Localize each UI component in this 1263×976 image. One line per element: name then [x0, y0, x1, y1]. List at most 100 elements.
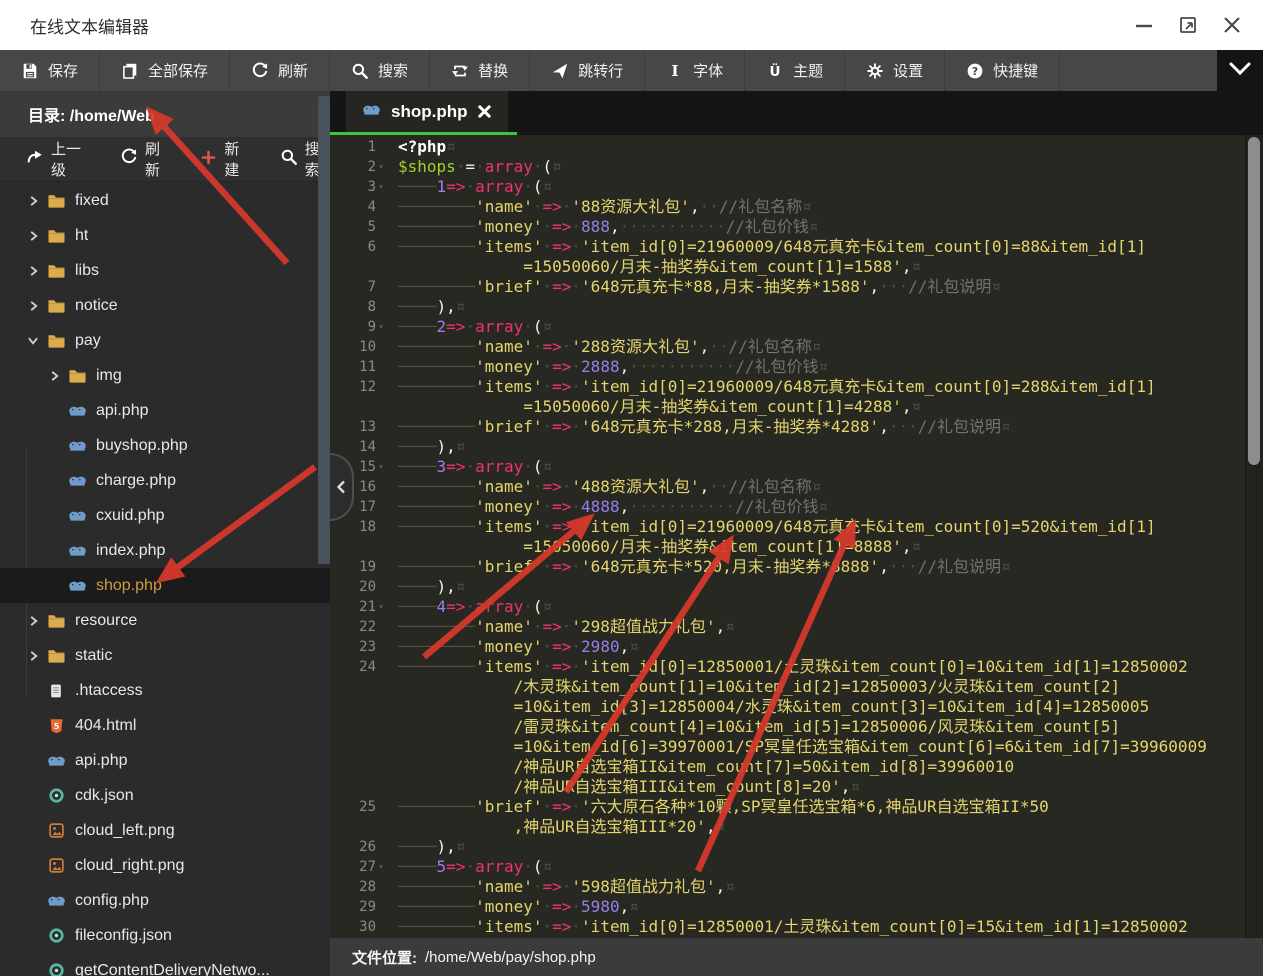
code-text: ────────'items'·=>·'item_id[0]=12850001/…: [386, 917, 1246, 937]
tree-item-buyshop-php[interactable]: buyshop.php: [0, 428, 330, 463]
chevron-down-icon[interactable]: [22, 335, 44, 346]
chevron-down-icon: [1229, 62, 1251, 80]
sidebar-scrollbar[interactable]: [318, 96, 330, 564]
code-text: /雷灵珠&item_count[4]=10&item_id[5]=1285000…: [386, 717, 1246, 737]
search-icon: [280, 148, 298, 170]
chevron-right-icon[interactable]: [22, 265, 44, 277]
tree-item-fixed[interactable]: fixed: [0, 183, 330, 218]
theme-icon: Ü: [766, 62, 784, 80]
code-text: <?php¤: [386, 137, 1246, 157]
toolbar-button-hotkeys[interactable]: ?快捷键: [945, 50, 1060, 91]
chevron-right-icon[interactable]: [22, 300, 44, 312]
line-number: [330, 737, 386, 757]
line-number: 27▾: [330, 857, 386, 877]
chevron-right-icon[interactable]: [43, 370, 65, 382]
tree-item-resource[interactable]: resource: [0, 603, 330, 638]
tab-close-icon[interactable]: [477, 104, 492, 119]
toolbar-button-refresh[interactable]: 刷新: [230, 50, 330, 91]
fold-marker-icon[interactable]: ▾: [376, 157, 386, 177]
code-text: ────────'money'·=>·4888,···········//礼包价…: [386, 497, 1246, 517]
tree-item-img[interactable]: img: [0, 358, 330, 393]
code-text: ────────'name'·=>·'488资源大礼包',··//礼包名称¤: [386, 477, 1246, 497]
code-text: ,神品UR自选宝箱III*20',¤: [386, 817, 1246, 837]
plus-icon: [200, 149, 217, 170]
folder-icon: [65, 367, 89, 384]
code-text: =15050060/月末-抽奖券&item_count[1]=8888',¤: [386, 537, 1246, 557]
refresh-icon: [251, 62, 269, 80]
code-text: ────4=>·array·(¤: [386, 597, 1246, 617]
fold-marker-icon[interactable]: ▾: [376, 857, 386, 877]
toolbar-button-replace[interactable]: 替换: [430, 50, 530, 91]
toolbar-button-label: 保存: [48, 60, 78, 81]
toolbar-button-label: 刷新: [278, 60, 308, 81]
fold-marker-icon[interactable]: ▾: [376, 457, 386, 477]
tree-item-notice[interactable]: notice: [0, 288, 330, 323]
tree-item-shop-php[interactable]: shop.php: [0, 568, 330, 603]
tree-item-htaccess[interactable]: .htaccess: [0, 673, 330, 708]
svg-text:5: 5: [53, 721, 59, 730]
tree-item-cloud-right-png[interactable]: cloud_right.png: [0, 848, 330, 883]
sidebar-action-new[interactable]: 新建: [200, 138, 249, 180]
tree-item-pay[interactable]: pay: [0, 323, 330, 358]
tab-shop-php[interactable]: shop.php: [346, 91, 508, 132]
image-icon: [44, 857, 68, 874]
code-text: ────────'money'·=>·888,···········//礼包价钱…: [386, 217, 1246, 237]
code-text: ────────'items'·=>·'item_id[0]=21960009/…: [386, 237, 1246, 257]
line-number: [330, 677, 386, 697]
refresh-icon: [120, 148, 138, 170]
directory-path-label: 目录: /home/Web: [28, 102, 155, 126]
code-text: =10&item_id[6]=39970001/SP冥皇任选宝箱&item_co…: [386, 737, 1246, 757]
code-area[interactable]: 1<?php¤2▾$shops·=·array·(¤3▾────1=>·arra…: [330, 135, 1246, 938]
tree-item-libs[interactable]: libs: [0, 253, 330, 288]
tree-item-label: .htaccess: [75, 682, 143, 700]
chevron-right-icon[interactable]: [22, 650, 44, 662]
folder-icon: [44, 227, 68, 244]
chevron-right-icon[interactable]: [22, 195, 44, 207]
tree-item-api-php[interactable]: api.php: [0, 743, 330, 778]
fold-marker-icon[interactable]: ▾: [376, 317, 386, 337]
line-number: 1: [330, 137, 386, 157]
tree-item-fileconfig-json[interactable]: fileconfig.json: [0, 918, 330, 953]
line-number: 29: [330, 897, 386, 917]
tree-item-404-html[interactable]: 5404.html: [0, 708, 330, 743]
tree-item-cxuid-php[interactable]: cxuid.php: [0, 498, 330, 533]
line-number: 28: [330, 877, 386, 897]
fold-marker-icon[interactable]: ▾: [376, 597, 386, 617]
sidebar-action-refresh[interactable]: 刷新: [120, 138, 170, 180]
toolbar-button-settings[interactable]: 设置: [845, 50, 945, 91]
chevron-right-icon[interactable]: [22, 230, 44, 242]
toolbar-button-save-all[interactable]: 全部保存: [100, 50, 230, 91]
tree-item-index-php[interactable]: index.php: [0, 533, 330, 568]
toolbar-expand-button[interactable]: [1217, 50, 1263, 91]
minimize-icon[interactable]: [1127, 8, 1161, 42]
toolbar-button-search[interactable]: 搜索: [330, 50, 430, 91]
window-title: 在线文本编辑器: [30, 13, 149, 38]
close-icon[interactable]: [1215, 8, 1249, 42]
fold-marker-icon[interactable]: ▾: [376, 177, 386, 197]
toolbar-button-save[interactable]: 保存: [0, 50, 100, 91]
code-line-wrap: =10&item_id[6]=39970001/SP冥皇任选宝箱&item_co…: [330, 737, 1246, 757]
tree-item-cdk-json[interactable]: cdk.json: [0, 778, 330, 813]
tree-item-config-php[interactable]: config.php: [0, 883, 330, 918]
code-text: /神品UR自选宝箱II&item_count[7]=50&item_id[8]=…: [386, 757, 1246, 777]
toolbar-button-label: 替换: [478, 60, 508, 81]
tree-item-cloud-left-png[interactable]: cloud_left.png: [0, 813, 330, 848]
maximize-icon[interactable]: [1171, 8, 1205, 42]
toolbar-button-goto-line[interactable]: 跳转行: [530, 50, 645, 91]
tree-item-charge-php[interactable]: charge.php: [0, 463, 330, 498]
code-text: ────────'name'·=>·'598超值战力礼包',¤: [386, 877, 1246, 897]
editor-scrollbar-thumb[interactable]: [1248, 137, 1260, 465]
toolbar-button-theme[interactable]: Ü主题: [745, 50, 845, 91]
folder-icon: [44, 647, 68, 664]
tree-item-static[interactable]: static: [0, 638, 330, 673]
tree-item-getcontentdeliverynetwo[interactable]: getContentDeliveryNetwo...: [0, 953, 330, 976]
code-text: ────────'money'·=>·2980,¤: [386, 637, 1246, 657]
code-line-2: 2▾$shops·=·array·(¤: [330, 157, 1246, 177]
sidebar-action-up-level[interactable]: 上一级: [26, 138, 90, 180]
toolbar-button-font[interactable]: I字体: [645, 50, 745, 91]
tree-item-ht[interactable]: ht: [0, 218, 330, 253]
editor-scrollbar[interactable]: [1245, 135, 1263, 938]
tree-item-api-php[interactable]: api.php: [0, 393, 330, 428]
toolbar-button-label: 快捷键: [993, 60, 1038, 81]
chevron-right-icon[interactable]: [22, 615, 44, 627]
